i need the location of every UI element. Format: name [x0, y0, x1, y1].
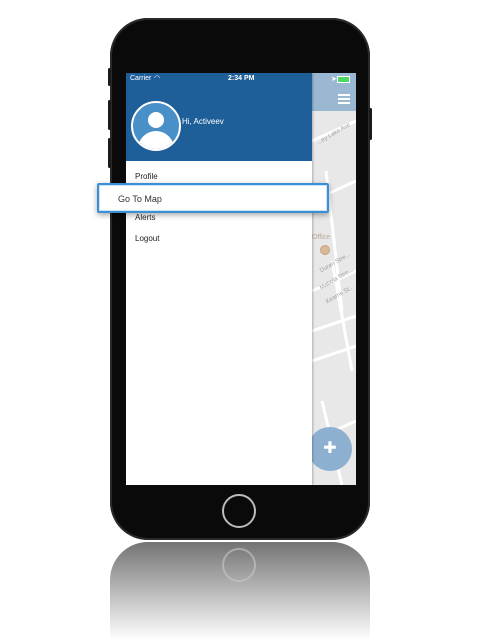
menu-item-logout[interactable]: Logout — [135, 234, 159, 243]
volume-down-button — [108, 138, 111, 168]
battery-icon — [337, 76, 350, 83]
poi-label: Office — [312, 234, 331, 241]
menu-item-go-to-map[interactable]: Go To Map — [97, 183, 329, 213]
power-button — [369, 108, 372, 140]
office-pin-icon[interactable] — [320, 245, 330, 255]
home-button-reflection — [222, 548, 256, 582]
menu-item-alerts[interactable]: Alerts — [135, 213, 155, 222]
menu-item-label: Go To Map — [118, 194, 162, 204]
drawer-header: Carrier ◠ 2:34 PM Hi, Activeev — [126, 73, 312, 161]
home-button[interactable] — [222, 494, 256, 528]
status-time: 2:34 PM — [228, 75, 255, 82]
add-location-button[interactable]: ✚ — [308, 427, 352, 471]
location-pin-plus-icon: ✚ — [323, 440, 337, 457]
wifi-icon: ◠ — [154, 75, 161, 82]
user-avatar-icon[interactable] — [131, 101, 181, 151]
hamburger-menu-icon[interactable] — [338, 94, 350, 104]
volume-up-button — [108, 100, 111, 130]
nav-drawer: Carrier ◠ 2:34 PM Hi, Activeev Profile A… — [126, 73, 312, 485]
screen: ➤ ...ey Lake Ave Office Duran Stre... Ma… — [126, 73, 356, 485]
user-greeting: Hi, Activeev — [182, 117, 224, 126]
carrier-label: Carrier — [130, 75, 152, 82]
status-location-icon: ➤ — [331, 76, 337, 83]
menu-item-profile[interactable]: Profile — [135, 172, 158, 181]
mute-switch — [108, 68, 111, 86]
status-bar: Carrier ◠ 2:34 PM — [126, 73, 312, 85]
